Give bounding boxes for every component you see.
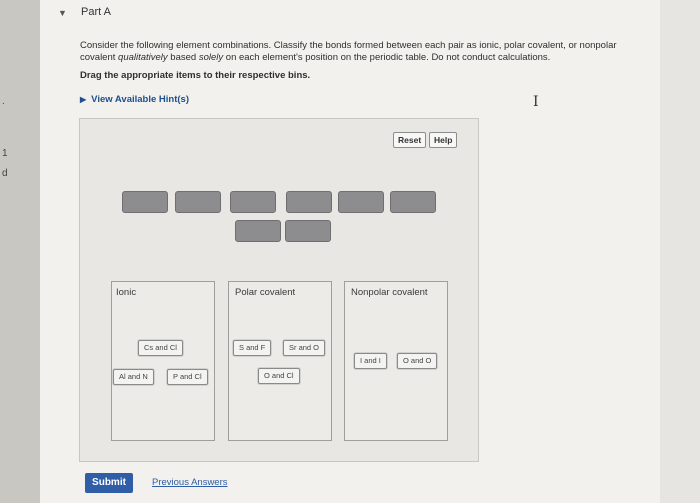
edge-fragment: 1 [2, 148, 8, 159]
bin-nonpolar-label: Nonpolar covalent [351, 287, 428, 298]
item-cs-cl[interactable]: Cs and Cl [138, 340, 183, 356]
item-sr-o[interactable]: Sr and O [283, 340, 326, 356]
previous-answers-link[interactable]: Previous Answers [152, 477, 228, 488]
right-background-strip [660, 0, 700, 503]
collapse-caret-icon[interactable]: ▼ [58, 8, 67, 18]
bin-polar-label: Polar covalent [235, 287, 296, 298]
help-button[interactable]: Help [429, 132, 458, 148]
empty-item-slot[interactable] [230, 191, 276, 213]
item-o-o[interactable]: O and O [397, 353, 438, 369]
submit-button[interactable]: Submit [85, 473, 133, 493]
bin-ionic[interactable] [111, 281, 215, 441]
left-background-strip: . 1 d [0, 0, 40, 503]
text-cursor-icon: I [533, 94, 539, 110]
view-hints-link[interactable]: ▶ View Available Hint(s) [80, 94, 189, 105]
part-title: Part A [81, 6, 111, 18]
empty-item-slot[interactable] [235, 220, 281, 242]
drag-instruction: Drag the appropriate items to their resp… [80, 70, 311, 81]
item-i-i[interactable]: I and I [354, 353, 387, 369]
bin-ionic-label: Ionic [116, 287, 137, 298]
item-o-cl[interactable]: O and Cl [258, 368, 300, 384]
bin-polar-covalent[interactable] [228, 281, 332, 441]
edge-fragment: d [2, 168, 8, 179]
empty-item-slot[interactable] [175, 191, 221, 213]
empty-item-slot[interactable] [338, 191, 384, 213]
expand-caret-icon: ▶ [80, 95, 87, 104]
edge-fragment: . [2, 96, 5, 107]
question-text: Consider the following element combinati… [80, 40, 617, 63]
item-p-cl[interactable]: P and Cl [167, 369, 208, 385]
empty-item-slot[interactable] [122, 191, 168, 213]
item-s-f[interactable]: S and F [233, 340, 272, 356]
empty-item-slot[interactable] [285, 220, 331, 242]
item-al-n[interactable]: Al and N [113, 369, 154, 385]
empty-item-slot[interactable] [286, 191, 332, 213]
empty-item-slot[interactable] [390, 191, 436, 213]
reset-button[interactable]: Reset [393, 132, 427, 148]
